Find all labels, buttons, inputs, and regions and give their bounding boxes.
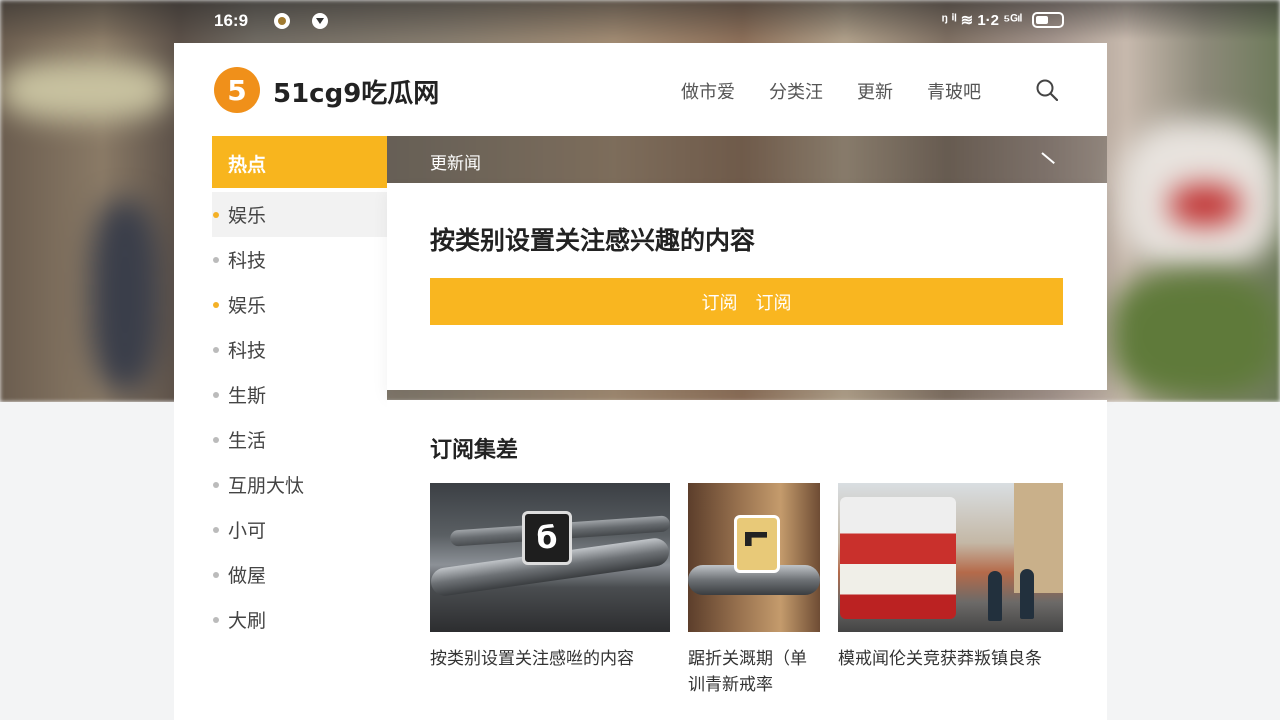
sidebar-item-9[interactable]: 做屋: [212, 552, 387, 597]
article-caption[interactable]: 按类别设置关注感咝的内容: [430, 646, 670, 672]
notification-icon: [274, 13, 290, 29]
bullet-dot: [213, 437, 219, 443]
bullet-dot: [213, 302, 219, 308]
sidebar-item-label: 科技: [228, 340, 267, 362]
battery-icon: [1032, 12, 1064, 28]
article-thumbnail[interactable]: б: [430, 483, 670, 632]
sidebar-item-3[interactable]: 娱乐: [212, 282, 387, 327]
update-bar: 更新闻: [387, 136, 1107, 183]
article-thumbnail[interactable]: [838, 483, 1063, 632]
subscribe-title: 按类别设置关注感兴趣的内容: [430, 226, 756, 255]
bullet-dot: [213, 617, 219, 623]
sidebar-item-2[interactable]: 科技: [212, 237, 387, 282]
bullet-dot: [213, 212, 219, 218]
bullet-dot: [213, 347, 219, 353]
sidebar-item-label: 大刷: [228, 610, 267, 632]
sign-icon: б: [522, 511, 572, 565]
sidebar-item-label: 互朋大忲: [228, 475, 305, 497]
sidebar-item-1[interactable]: 娱乐: [212, 192, 387, 237]
article-caption[interactable]: 模戒闻伦关竞获莽叛镇良条: [838, 646, 1063, 672]
article-card-3[interactable]: 模戒闻伦关竞获莽叛镇良条: [838, 483, 1063, 672]
site-logo-icon[interactable]: 5: [214, 67, 260, 113]
status-bar: 16:9 ᵑ ⁱˡ ≋ 1·2 ⁵ᴳᶦˡ: [0, 0, 1280, 42]
pedestrian-shape: [988, 571, 1002, 621]
subscribe-button[interactable]: 订阅 订阅: [430, 278, 1063, 325]
signal-text: ᵑ ⁱˡ ≋ 1·2 ⁵ᴳᶦˡ: [941, 12, 1022, 29]
nav-item-1[interactable]: 做市爱: [681, 78, 735, 104]
subscription-content: 订阅集差 б 按类别设置关注感咝的内容 踞折关溉期（单训青新戒率 模戒闻伦关竞获…: [387, 400, 1107, 720]
sidebar-item-4[interactable]: 科技: [212, 327, 387, 372]
sidebar-item-label: 生斯: [228, 385, 267, 407]
nav-item-2[interactable]: 分类汪: [769, 78, 823, 104]
search-icon[interactable]: [1036, 79, 1058, 101]
pedestrian-shape: [1020, 569, 1034, 619]
status-indicators: ᵑ ⁱˡ ≋ 1·2 ⁵ᴳᶦˡ: [942, 11, 1064, 29]
sidebar-item-label: 做屋: [228, 565, 267, 587]
sidebar-item-label: 生活: [228, 430, 267, 452]
yellow-sign-icon: [734, 515, 780, 573]
bus-shape: [840, 497, 956, 619]
status-time: 16:9: [214, 11, 249, 30]
update-bar-label[interactable]: 更新闻: [430, 149, 481, 174]
site-name[interactable]: 51cg9吃瓜网: [273, 73, 439, 110]
sidebar-item-10[interactable]: 大刷: [212, 597, 387, 642]
nav-item-4[interactable]: 青玻吧: [927, 78, 981, 104]
dismiss-icon[interactable]: [1041, 152, 1055, 165]
category-list: 娱乐 科技 娱乐 科技 生斯 生活 互朋大忲 小可 做屋 大刷: [212, 192, 387, 642]
bullet-dot: [213, 482, 219, 488]
subscribe-button-label-2: 订阅: [755, 292, 792, 314]
sidebar-item-label: 小可: [228, 520, 267, 542]
sidebar-item-8[interactable]: 小可: [212, 507, 387, 552]
site-header: 5 51cg9吃瓜网 做市爱 分类汪 更新 青玻吧: [174, 43, 1107, 136]
main-nav: 做市爱 分类汪 更新 青玻吧: [681, 78, 1015, 104]
bullet-dot: [213, 392, 219, 398]
sidebar-heading[interactable]: 热点: [212, 136, 387, 188]
category-sidebar: 热点 娱乐 科技 娱乐 科技 生斯 生活 互朋大忲 小可 做屋 大刷: [174, 136, 387, 720]
location-icon: [312, 13, 328, 29]
sidebar-item-label: 娱乐: [228, 295, 267, 317]
bullet-dot: [213, 527, 219, 533]
sidebar-item-7[interactable]: 互朋大忲: [212, 462, 387, 507]
article-caption[interactable]: 踞折关溉期（单训青新戒率: [688, 646, 820, 698]
nav-item-3[interactable]: 更新: [857, 78, 893, 104]
article-thumbnail[interactable]: [688, 483, 820, 632]
subscribe-button-label: 订阅: [701, 292, 738, 314]
article-card-1[interactable]: б 按类别设置关注感咝的内容: [430, 483, 670, 672]
sidebar-item-5[interactable]: 生斯: [212, 372, 387, 417]
subscribe-card: 按类别设置关注感兴趣的内容 订阅 订阅: [387, 183, 1107, 390]
sidebar-item-6[interactable]: 生活: [212, 417, 387, 462]
sidebar-item-label: 娱乐: [228, 205, 267, 227]
article-card-2[interactable]: 踞折关溉期（单训青新戒率: [688, 483, 820, 698]
section-title: 订阅集差: [430, 438, 519, 463]
sidebar-item-label: 科技: [228, 250, 267, 272]
bullet-dot: [213, 572, 219, 578]
bullet-dot: [213, 257, 219, 263]
